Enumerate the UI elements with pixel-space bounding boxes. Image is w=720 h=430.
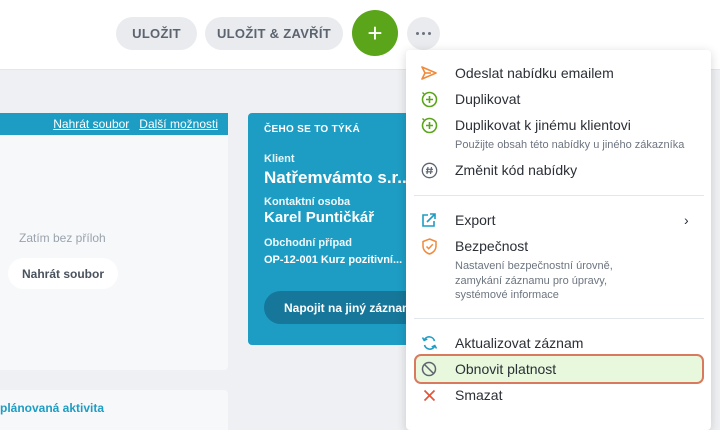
save-and-close-button[interactable]: ULOŽIT & ZAVŘÍT <box>205 17 343 50</box>
attachments-empty-text: Zatím bez příloh <box>19 231 106 245</box>
card-title: ČEHO SE TO TÝKÁ <box>264 124 360 135</box>
attachments-header: Nahrát soubor Další možnosti <box>0 113 228 135</box>
planned-activity-link[interactable]: plánovaná aktivita <box>0 401 104 415</box>
shield-icon <box>420 237 438 255</box>
menu-item-label: Smazat <box>455 387 503 403</box>
close-icon <box>420 386 438 404</box>
menu-item-label: Aktualizovat záznam <box>455 335 584 351</box>
save-button[interactable]: ULOŽIT <box>116 17 197 50</box>
attachments-panel: Nahrát soubor Další možnosti Zatím bez p… <box>0 113 228 370</box>
more-options-button[interactable] <box>407 17 440 50</box>
more-options-link[interactable]: Další možnosti <box>139 117 218 131</box>
dot-icon <box>416 32 419 35</box>
refresh-icon <box>420 334 438 352</box>
add-button[interactable]: + <box>352 10 398 56</box>
client-label: Klient <box>264 153 295 165</box>
dot-icon <box>422 32 425 35</box>
menu-item-label: Odeslat nabídku emailem <box>455 65 614 81</box>
ban-icon <box>420 360 438 378</box>
planned-activity-panel: plánovaná aktivita <box>0 390 228 430</box>
case-value[interactable]: OP-12-001 Kurz pozitivní... <box>264 254 402 266</box>
duplicate-icon <box>420 90 438 108</box>
menu-divider <box>414 318 704 319</box>
case-label: Obchodní případ <box>264 237 352 249</box>
hash-icon <box>420 161 438 179</box>
client-value[interactable]: Natřemvámto s.r... <box>264 168 411 188</box>
chevron-right-icon: › <box>684 212 689 228</box>
plus-icon: + <box>367 17 383 48</box>
contact-label: Kontaktní osoba <box>264 196 351 208</box>
menu-divider <box>414 195 704 196</box>
duplicate-client-icon <box>420 116 438 134</box>
menu-item-label: Bezpečnost <box>455 238 529 254</box>
menu-item-label: Duplikovat <box>455 91 521 107</box>
export-icon <box>420 211 438 229</box>
menu-item-label: Export <box>455 212 496 228</box>
link-record-button[interactable]: Napojit na jiný záznam <box>264 291 418 324</box>
menu-item-label: Duplikovat k jinému klientovi <box>455 117 631 133</box>
menu-item-description: Nastavení bezpečnostní úrovně, zamykání … <box>455 260 613 301</box>
menu-item-label: Změnit kód nabídky <box>455 162 578 178</box>
dot-icon <box>428 32 431 35</box>
menu-item-label: Obnovit platnost <box>455 361 557 377</box>
more-options-menu: Odeslat nabídku emailem Duplikovat Dupli… <box>406 50 711 430</box>
menu-item-description: Použijte obsah této nabídky u jiného zák… <box>455 139 685 151</box>
contact-value[interactable]: Karel Puntičkář <box>264 209 374 226</box>
related-info-card: ČEHO SE TO TÝKÁ Klient Natřemvámto s.r..… <box>248 113 418 345</box>
send-icon <box>420 64 438 82</box>
upload-file-link[interactable]: Nahrát soubor <box>53 117 129 131</box>
upload-file-button[interactable]: Nahrát soubor <box>8 258 118 289</box>
